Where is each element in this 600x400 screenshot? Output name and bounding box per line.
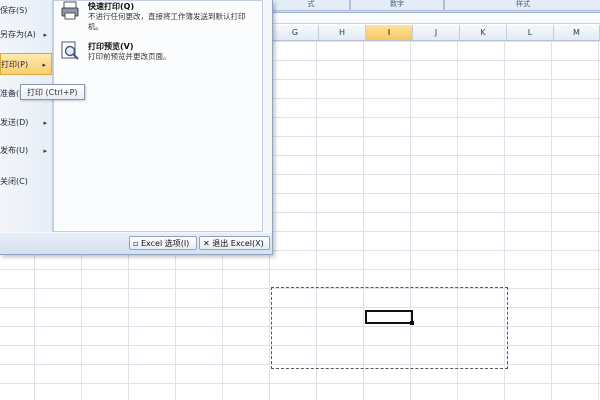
excel-options-button[interactable]: ▫ Excel 选项(I) — [129, 236, 197, 250]
column-header-h[interactable]: H — [319, 25, 366, 40]
menu-item-send[interactable]: 发送(D) ▸ — [0, 112, 52, 134]
menu-item-close[interactable]: 关闭(C) — [0, 171, 52, 193]
menu-item-publish[interactable]: 发布(U) ▸ — [0, 140, 52, 162]
column-header-i[interactable]: I — [366, 25, 413, 40]
menu-item-label: 保存(S) — [0, 6, 28, 15]
print-tooltip: 打印 (Ctrl+P) — [20, 84, 85, 100]
menu-item-label: 另存为(A) — [0, 30, 36, 39]
chevron-right-icon: ▸ — [43, 147, 47, 155]
column-header-l[interactable]: L — [507, 25, 554, 40]
menu-item-label: 关闭(C) — [0, 177, 28, 186]
exit-excel-label: 退出 Excel(X) — [212, 239, 264, 248]
print-preview-icon — [60, 41, 80, 61]
menu-item-label: 发送(D) — [0, 118, 29, 127]
submenu-quick-print[interactable]: 快速打印(Q) 不进行任何更改，直接将工作簿发送到默认打印机。 — [58, 1, 258, 33]
active-cell[interactable] — [365, 310, 413, 324]
submenu-print-preview[interactable]: 打印预览(V) 打印前预览并更改页面。 — [58, 41, 258, 73]
menu-item-print[interactable]: 打印(P) ▸ — [0, 53, 52, 75]
menu-item-label: 打印(P) — [1, 60, 29, 69]
menu-item-label: 发布(U) — [0, 146, 29, 155]
office-menu: 保存(S) 另存为(A) ▸ 打印(P) ▸ 准备(E) ▸ 发送(D) ▸ 发… — [0, 0, 273, 255]
close-icon: ✕ — [203, 239, 210, 248]
column-header-k[interactable]: K — [460, 25, 507, 40]
column-header-g[interactable]: G — [272, 25, 319, 40]
exit-excel-button[interactable]: ✕ 退出 Excel(X) — [199, 236, 270, 250]
excel-options-label: Excel 选项(I) — [140, 239, 190, 248]
column-header-m[interactable]: M — [554, 25, 600, 40]
submenu-description: 打印前预览并更改页面。 — [88, 52, 171, 61]
column-header-j[interactable]: J — [413, 25, 460, 40]
print-area-border — [271, 287, 508, 369]
office-menu-commands: 保存(S) 另存为(A) ▸ 打印(P) ▸ 准备(E) ▸ 发送(D) ▸ 发… — [0, 0, 53, 232]
document-icon: ▫ — [133, 239, 139, 248]
menu-item-save[interactable]: 保存(S) — [0, 0, 52, 22]
menu-item-save-as[interactable]: 另存为(A) ▸ — [0, 24, 52, 46]
ribbon-group-align: 式 — [272, 0, 350, 11]
submenu-title: 快速打印(Q) — [88, 2, 135, 11]
ribbon-group-styles: 样式 — [444, 0, 600, 11]
submenu-title: 打印预览(V) — [88, 42, 134, 51]
print-submenu: 快速打印(Q) 不进行任何更改，直接将工作簿发送到默认打印机。 打印预览(V) … — [53, 0, 263, 232]
quick-print-icon — [60, 1, 80, 21]
fill-handle[interactable] — [410, 321, 414, 325]
chevron-right-icon: ▸ — [42, 61, 46, 69]
ribbon-group-number: 数字 — [350, 0, 444, 11]
submenu-description: 不进行任何更改，直接将工作簿发送到默认打印机。 — [88, 12, 246, 31]
office-menu-footer: ▫ Excel 选项(I) ✕ 退出 Excel(X) — [0, 233, 272, 254]
chevron-right-icon: ▸ — [43, 31, 47, 39]
chevron-right-icon: ▸ — [43, 119, 47, 127]
